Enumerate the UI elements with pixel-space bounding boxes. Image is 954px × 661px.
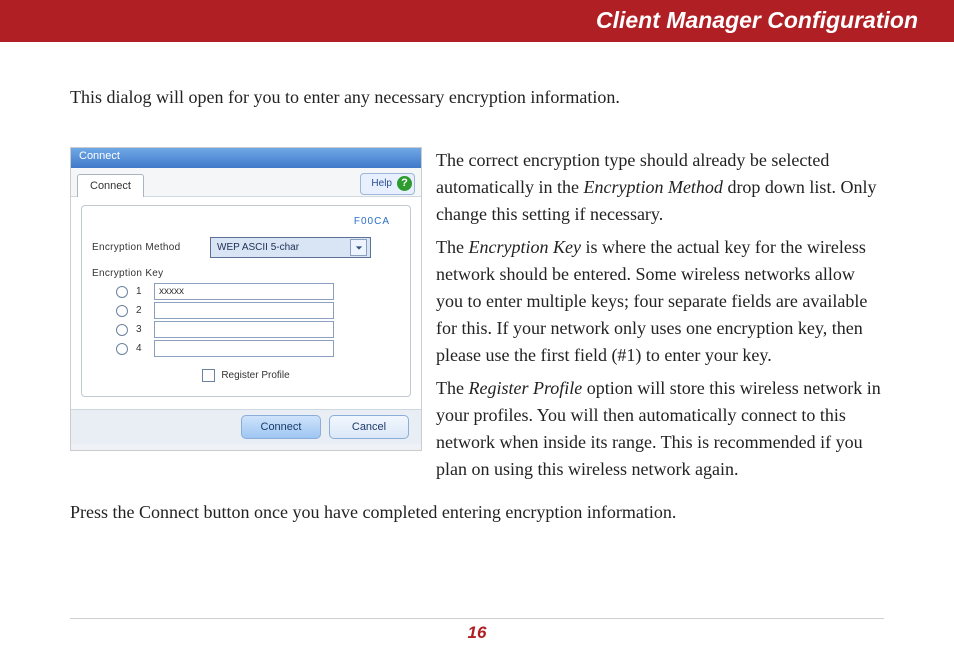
help-button[interactable]: Help ? <box>360 173 415 195</box>
cancel-button[interactable]: Cancel <box>329 415 409 439</box>
intro-text: This dialog will open for you to enter a… <box>70 84 884 111</box>
header-bar: Client Manager Configuration <box>0 0 954 42</box>
key-row-2: 2 <box>116 302 400 319</box>
key-field-2[interactable] <box>154 302 334 319</box>
paragraph-3: The Register Profile option will store t… <box>436 375 884 483</box>
encryption-method-dropdown[interactable]: WEP ASCII 5-char <box>210 237 371 258</box>
key-num-2: 2 <box>136 305 146 316</box>
network-name: F00CA <box>92 216 390 227</box>
key-row-1: 1 xxxxx <box>116 283 400 300</box>
encryption-method-label: Encryption Method <box>92 242 210 253</box>
tab-connect[interactable]: Connect <box>77 174 144 197</box>
paragraph-4: Press the Connect button once you have c… <box>70 499 884 526</box>
key-num-1: 1 <box>136 286 146 297</box>
help-label: Help <box>371 178 392 189</box>
key-row-3: 3 <box>116 321 400 338</box>
key-field-1[interactable]: xxxxx <box>154 283 334 300</box>
dialog-button-row: Connect Cancel <box>71 409 421 444</box>
paragraph-2: The Encryption Key is where the actual k… <box>436 234 884 369</box>
dialog-panel: F00CA Encryption Method WEP ASCII 5-char… <box>81 205 411 397</box>
paragraph-1: The correct encryption type should alrea… <box>436 147 884 228</box>
connect-button[interactable]: Connect <box>241 415 321 439</box>
page-number: 16 <box>0 623 954 643</box>
key-radio-1[interactable] <box>116 286 128 298</box>
key-field-4[interactable] <box>154 340 334 357</box>
key-num-4: 4 <box>136 343 146 354</box>
encryption-key-label: Encryption Key <box>92 268 400 279</box>
dialog-tab-row: Connect Help ? <box>71 168 421 197</box>
header-title: Client Manager Configuration <box>596 7 918 34</box>
page-body: This dialog will open for you to enter a… <box>0 42 954 661</box>
chevron-down-icon <box>350 239 367 256</box>
dialog-titlebar: Connect <box>71 148 421 168</box>
key-radio-4[interactable] <box>116 343 128 355</box>
body-copy: The correct encryption type should alrea… <box>436 147 884 489</box>
encryption-method-value: WEP ASCII 5-char <box>217 242 299 253</box>
help-icon: ? <box>397 176 412 191</box>
footer-rule <box>70 618 884 619</box>
key-radio-3[interactable] <box>116 324 128 336</box>
key-radio-2[interactable] <box>116 305 128 317</box>
register-profile-label: Register Profile <box>221 370 289 381</box>
register-profile-checkbox[interactable] <box>202 369 215 382</box>
key-field-3[interactable] <box>154 321 334 338</box>
connect-dialog-screenshot: Connect Connect Help ? F00CA Encryption … <box>70 147 422 451</box>
key-num-3: 3 <box>136 324 146 335</box>
key-row-4: 4 <box>116 340 400 357</box>
